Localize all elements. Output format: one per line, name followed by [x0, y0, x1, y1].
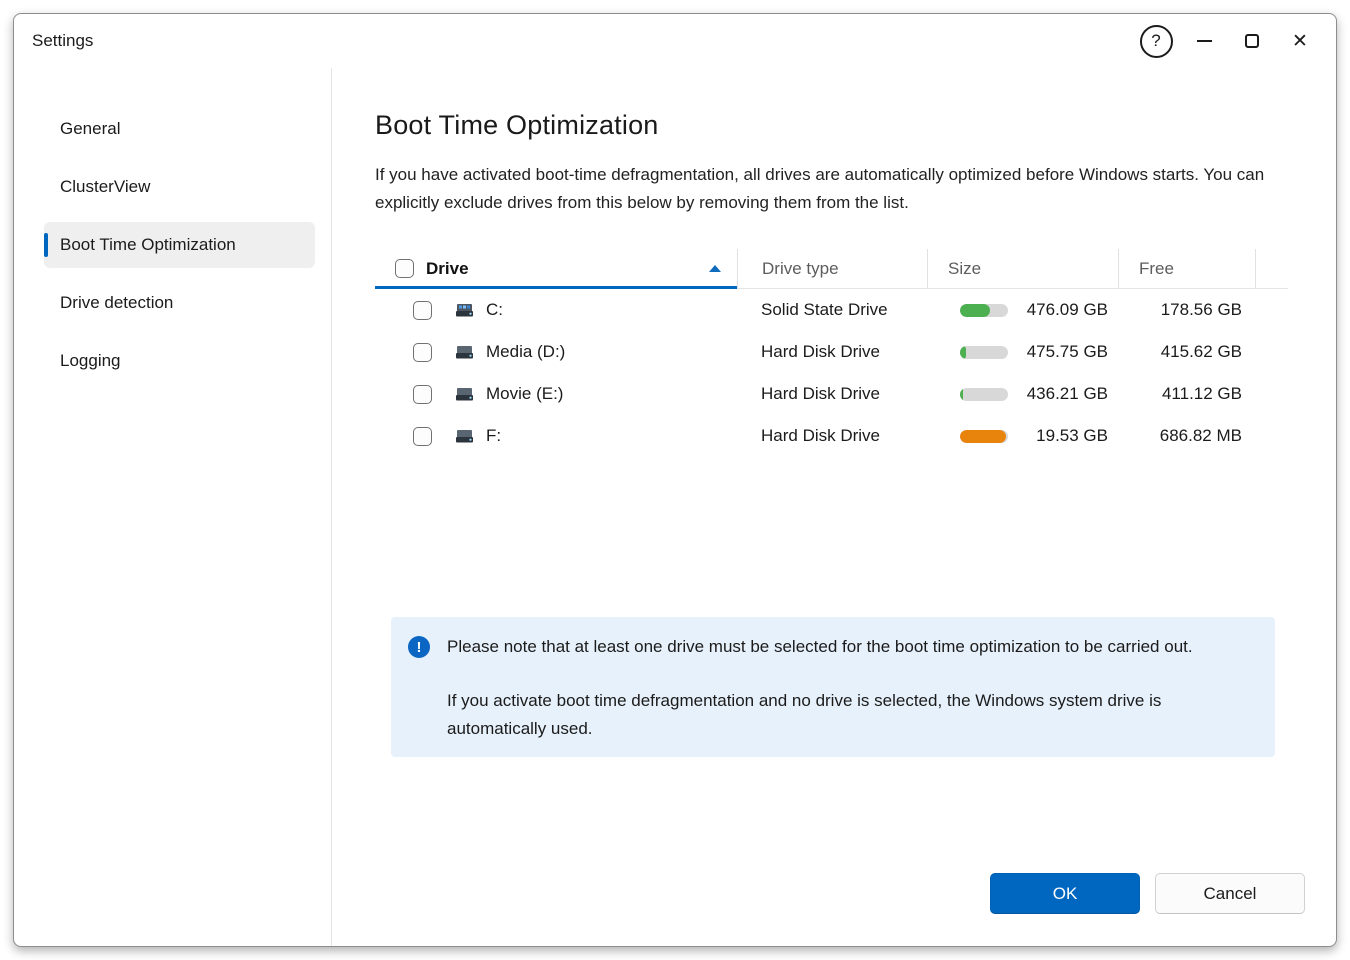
minimize-button[interactable]	[1180, 20, 1228, 62]
usage-bar	[960, 304, 1008, 317]
drive-checkbox[interactable]	[413, 301, 432, 320]
close-icon: ✕	[1292, 32, 1308, 51]
drive-name: Movie (E:)	[486, 384, 563, 404]
page-title: Boot Time Optimization	[375, 110, 1288, 141]
question-icon: ?	[1140, 25, 1173, 58]
sidebar-item-label: Drive detection	[60, 293, 173, 313]
sort-ascending-icon	[709, 265, 721, 272]
drive-name: Media (D:)	[486, 342, 565, 362]
table-row-drive-e[interactable]: Movie (E:) Hard Disk Drive 436.21 GB 411…	[375, 373, 1288, 415]
info-icon: !	[408, 636, 430, 658]
drive-type: Hard Disk Drive	[737, 331, 927, 373]
sidebar-item-logging[interactable]: Logging	[44, 338, 315, 384]
help-button[interactable]: ?	[1132, 20, 1180, 62]
titlebar: Settings ? ✕	[14, 14, 1336, 68]
drive-table: Drive Drive type Size Free	[375, 249, 1288, 457]
hard-disk-icon	[454, 428, 476, 444]
notice-line-1: Please note that at least one drive must…	[447, 633, 1239, 661]
window-controls: ? ✕	[1132, 20, 1324, 62]
sidebar-item-label: ClusterView	[60, 177, 150, 197]
drive-checkbox[interactable]	[413, 385, 432, 404]
usage-bar	[960, 346, 1008, 359]
sidebar-item-label: Logging	[60, 351, 121, 371]
sidebar-item-label: General	[60, 119, 120, 139]
cancel-button[interactable]: Cancel	[1155, 873, 1305, 914]
table-row-drive-c[interactable]: C: Solid State Drive 476.09 GB 178.56 GB	[375, 289, 1288, 331]
sidebar-item-boot-time-optimization[interactable]: Boot Time Optimization	[44, 222, 315, 268]
drive-free: 686.82 MB	[1118, 415, 1255, 457]
drive-type: Hard Disk Drive	[737, 415, 927, 457]
drive-name: C:	[486, 300, 503, 320]
sidebar-item-drive-detection[interactable]: Drive detection	[44, 280, 315, 326]
column-header-drive-type[interactable]: Drive type	[737, 249, 927, 289]
table-row-drive-f[interactable]: F: Hard Disk Drive 19.53 GB 686.82 MB	[375, 415, 1288, 457]
column-header-drive[interactable]: Drive	[375, 249, 737, 289]
drive-size: 19.53 GB	[1008, 426, 1108, 446]
minimize-icon	[1197, 40, 1212, 42]
drive-checkbox[interactable]	[413, 343, 432, 362]
table-row-drive-d[interactable]: Media (D:) Hard Disk Drive 475.75 GB 415…	[375, 331, 1288, 373]
notice-box: ! Please note that at least one drive mu…	[391, 617, 1275, 757]
drive-free: 415.62 GB	[1118, 331, 1255, 373]
main-panel: Boot Time Optimization If you have activ…	[332, 68, 1337, 946]
table-header: Drive Drive type Size Free	[375, 249, 1288, 289]
settings-window: Settings ? ✕ General ClusterView	[13, 13, 1337, 947]
system-drive-icon	[454, 302, 476, 318]
drive-name: F:	[486, 426, 501, 446]
settings-sidebar: General ClusterView Boot Time Optimizati…	[14, 68, 332, 946]
drive-type: Solid State Drive	[737, 289, 927, 331]
hard-disk-icon	[454, 344, 476, 360]
drive-size: 436.21 GB	[1008, 384, 1108, 404]
window-title: Settings	[32, 31, 93, 51]
maximize-button[interactable]	[1228, 20, 1276, 62]
drive-free: 178.56 GB	[1118, 289, 1255, 331]
ok-button[interactable]: OK	[990, 873, 1140, 914]
sidebar-item-general[interactable]: General	[44, 106, 315, 152]
drive-type: Hard Disk Drive	[737, 373, 927, 415]
column-header-free[interactable]: Free	[1118, 249, 1255, 289]
usage-bar	[960, 430, 1008, 443]
sidebar-item-label: Boot Time Optimization	[60, 235, 236, 255]
notice-line-2: If you activate boot time defragmentatio…	[447, 687, 1239, 743]
column-header-size[interactable]: Size	[927, 249, 1118, 289]
select-all-checkbox[interactable]	[395, 259, 414, 278]
drive-size: 476.09 GB	[1008, 300, 1108, 320]
drive-checkbox[interactable]	[413, 427, 432, 446]
notice-text: Please note that at least one drive must…	[447, 633, 1239, 743]
maximize-icon	[1245, 34, 1259, 48]
column-header-stub	[1255, 249, 1288, 289]
sidebar-item-clusterview[interactable]: ClusterView	[44, 164, 315, 210]
dialog-buttons: OK Cancel	[990, 873, 1305, 914]
usage-bar	[960, 388, 1008, 401]
active-sort-column-indicator	[375, 286, 737, 289]
drive-size: 475.75 GB	[1008, 342, 1108, 362]
close-button[interactable]: ✕	[1276, 20, 1324, 62]
drive-free: 411.12 GB	[1118, 373, 1255, 415]
page-description: If you have activated boot-time defragme…	[375, 161, 1288, 217]
hard-disk-icon	[454, 386, 476, 402]
